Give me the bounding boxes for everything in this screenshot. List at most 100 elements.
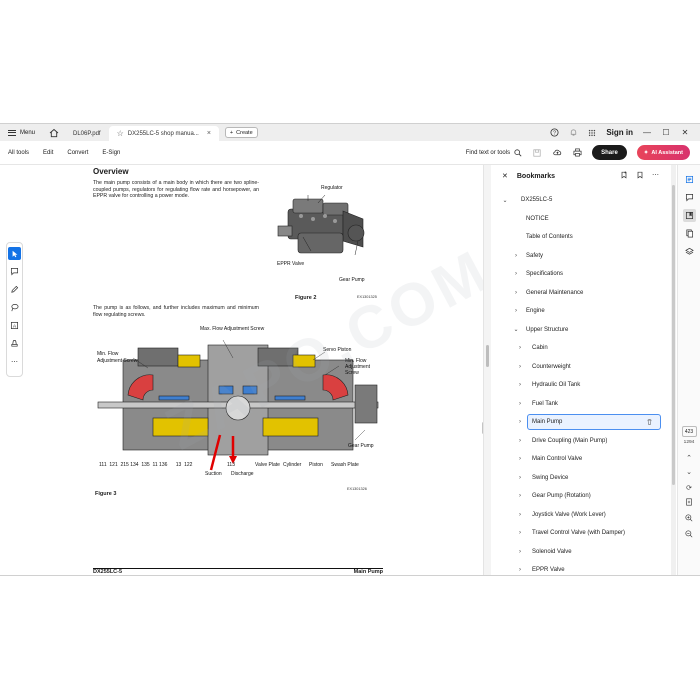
tab-dl06p[interactable]: DL06P.pdf [65,126,109,141]
chevron-right-icon[interactable]: › [516,475,524,481]
chevron-right-icon[interactable]: › [516,493,524,499]
chevron-right-icon[interactable]: › [516,382,524,388]
figure-3-code: EX1301326 [347,487,367,491]
rotate-icon[interactable]: ⟳ [686,484,692,492]
star-icon[interactable]: ☆ [117,129,124,138]
bookmark-item[interactable]: Table of Contents [491,228,663,247]
chevron-down-icon[interactable]: ⌄ [512,326,520,333]
bookmark-item[interactable]: › Safety [491,247,663,266]
min-flow-left-label-2: Adjustment Screw [97,358,138,364]
pen-draw-icon[interactable] [8,283,21,296]
bookmark-item[interactable]: › Swing Device [491,469,663,488]
bookmark-item[interactable]: › Engine [491,302,663,321]
chevron-right-icon[interactable]: › [512,271,520,277]
chevron-down-icon[interactable]: ⌄ [501,197,509,204]
lasso-icon[interactable] [8,301,21,314]
bookmark-item[interactable]: › Main Control Valve [491,450,663,469]
chevron-down-icon[interactable]: ⌄ [686,468,692,476]
trash-icon[interactable] [646,418,653,427]
comment-icon[interactable] [8,265,21,278]
layers-icon[interactable] [683,245,696,258]
page-thumbnails-icon[interactable] [683,227,696,240]
tab-shop-manual[interactable]: ☆ DX255LC-5 shop manua... × [108,126,219,141]
bookmark-item[interactable]: ⌄ DX255LC-5 [491,191,663,210]
bookmarks-scrollbar[interactable] [671,165,676,575]
chevron-right-icon[interactable]: › [516,530,524,536]
zoom-out-icon[interactable] [685,530,693,540]
page-edit-icon[interactable] [683,173,696,186]
close-panel-icon[interactable]: ✕ [502,172,508,180]
text-box-icon[interactable]: A [8,319,21,332]
share-button[interactable]: Share [592,145,627,160]
upload-cloud-icon[interactable] [552,148,562,158]
apps-grid-icon[interactable] [587,128,597,138]
print-icon[interactable] [572,148,582,158]
bookmark-item[interactable]: › Drive Coupling (Main Pump) [491,432,663,451]
chevron-right-icon[interactable]: › [516,438,524,444]
chevron-right-icon[interactable]: › [516,512,524,518]
chevron-right-icon[interactable]: › [512,253,520,259]
bookmarks-panel-icon[interactable] [682,209,696,222]
section-title: Overview [93,167,129,176]
pane-splitter[interactable] [483,165,491,575]
stamp-icon[interactable] [8,337,21,350]
servo-piston-label: Servo Piston [323,347,352,353]
notifications-icon[interactable] [568,128,578,138]
help-icon[interactable]: ? [549,128,559,138]
home-icon[interactable] [49,128,59,138]
toolbar-convert[interactable]: Convert [59,150,88,156]
create-button[interactable]: + Create [224,127,258,138]
toolbar-edit[interactable]: Edit [35,150,53,156]
chevron-up-icon[interactable]: ⌃ [686,454,692,462]
chevron-right-icon[interactable]: › [516,345,524,351]
chevron-right-icon[interactable]: › [516,401,524,407]
splitter-grip[interactable] [486,345,489,367]
find-tools-search[interactable]: Find text or tools [466,148,522,157]
bookmark-item[interactable]: › Joystick Valve (Work Lever) [491,506,663,525]
more-tools-icon[interactable]: ⋯ [8,355,21,368]
bookmark-item[interactable]: › Gear Pump (Rotation) [491,487,663,506]
add-bookmark-icon[interactable] [620,171,628,181]
chevron-right-icon[interactable]: › [516,456,524,462]
ai-assistant-label: AI Assistant [651,149,683,156]
bookmark-icon[interactable] [636,171,644,181]
bookmark-item[interactable]: NOTICE [491,210,663,229]
comments-icon[interactable] [683,191,696,204]
bookmark-item[interactable]: › Fuel Tank [491,395,663,414]
minimize-icon[interactable]: — [642,128,652,137]
toolbar-all-tools[interactable]: All tools [0,150,29,156]
regulator-label: Regulator [321,185,343,191]
chevron-right-icon[interactable]: › [516,567,524,573]
bookmark-item[interactable]: ⌄ Upper Structure [491,321,663,340]
maximize-icon[interactable]: ☐ [661,128,671,137]
bookmark-item[interactable]: › Solenoid Valve [491,543,663,562]
bookmark-item[interactable]: › Hydraulic Oil Tank [491,376,663,395]
fit-page-icon[interactable] [685,498,693,508]
bookmark-item[interactable]: › General Maintenance [491,284,663,303]
bookmark-item[interactable]: › EPPR Valve [491,561,663,575]
select-cursor-icon[interactable] [8,247,21,260]
menu-button[interactable]: Menu [0,124,43,141]
more-options-icon[interactable]: ⋯ [652,171,659,181]
document-viewer[interactable]: Overview The main pump consists of a mai… [30,165,500,575]
bookmark-item[interactable]: › Main Pump [491,413,663,432]
chevron-right-icon[interactable]: › [516,364,524,370]
tab-close-icon[interactable]: × [207,130,211,137]
window-close-icon[interactable]: ✕ [680,128,690,137]
ai-assistant-button[interactable]: ✦ AI Assistant [636,145,690,160]
bookmark-item[interactable]: › Counterweight [491,358,663,377]
toolbar-esign[interactable]: E-Sign [94,150,120,156]
chevron-right-icon[interactable]: › [512,290,520,296]
chevron-right-icon[interactable]: › [516,549,524,555]
sign-in-link[interactable]: Sign in [606,128,633,137]
bookmark-item[interactable]: › Specifications [491,265,663,284]
valve-plate-label: Valve Plate [255,462,280,468]
bookmark-item[interactable]: › Travel Control Valve (with Damper) [491,524,663,543]
bookmarks-scroll-thumb[interactable] [672,185,675,485]
zoom-in-icon[interactable] [685,514,693,524]
save-icon[interactable] [532,148,542,158]
bookmark-item[interactable]: › Cabin [491,339,663,358]
page-number-input[interactable]: 423 [681,426,697,437]
chevron-right-icon[interactable]: › [516,419,524,425]
chevron-right-icon[interactable]: › [512,308,520,314]
